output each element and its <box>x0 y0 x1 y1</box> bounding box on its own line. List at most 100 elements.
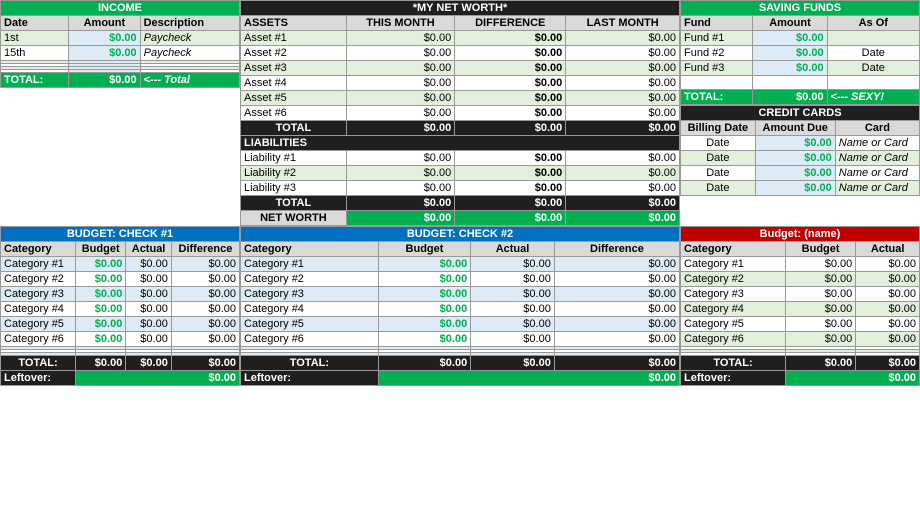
bc2-col-actual: Actual <box>471 242 555 257</box>
bc1-row-budget: $0.00 <box>76 272 126 287</box>
nw-col-last-month: LAST MONTH <box>566 16 680 31</box>
income-total-label: TOTAL: <box>1 73 69 88</box>
income-total-amount: $0.00 <box>69 73 140 88</box>
nw-total-assets-this-month: $0.00 <box>346 121 454 136</box>
bc1-row-diff: $0.00 <box>171 287 239 302</box>
bn-row-cat: Category #3 <box>681 287 786 302</box>
nw-asset-name: Asset #6 <box>241 106 347 121</box>
saving-row-fund: Fund #2 <box>681 46 753 61</box>
nw-asset-this-month: $0.00 <box>346 46 454 61</box>
saving-row-fund: Fund #1 <box>681 31 753 46</box>
bn-row-actual: $0.00 <box>856 317 920 332</box>
bc2-row-actual: $0.00 <box>471 272 555 287</box>
bc2-row-diff: $0.00 <box>554 317 679 332</box>
bc2-row-cat: Category #1 <box>241 257 379 272</box>
nw-liability-this-month: $0.00 <box>346 151 454 166</box>
nw-liability-name: Liability #3 <box>241 181 347 196</box>
bn-row-budget: $0.00 <box>785 317 855 332</box>
bn-row-cat: Category #6 <box>681 332 786 347</box>
bc1-row-budget: $0.00 <box>76 257 126 272</box>
cc-col-amount: Amount Due <box>755 121 835 136</box>
saving-row-amount: $0.00 <box>753 31 827 46</box>
saving-row-asof <box>827 31 919 46</box>
nw-total-assets-label: TOTAL <box>241 121 347 136</box>
income-total-desc: <--- Total <box>140 73 239 88</box>
cc-row-amount: $0.00 <box>755 181 835 196</box>
income-col-amount: Amount <box>69 16 140 31</box>
nw-liability-diff: $0.00 <box>455 181 566 196</box>
saving-section: SAVING FUNDS Fund Amount As Of Fund #1 $… <box>680 0 920 226</box>
bc2-row-budget: $0.00 <box>378 257 470 272</box>
bn-row-cat: Category #4 <box>681 302 786 317</box>
bc2-row-budget: $0.00 <box>378 317 470 332</box>
bc1-total-budget: $0.00 <box>76 356 126 371</box>
bc1-col-budget: Budget <box>76 242 126 257</box>
budget-check2-section: BUDGET: CHECK #2 Category Budget Actual … <box>240 226 680 386</box>
cc-row-date: Date <box>681 136 756 151</box>
bc1-leftover-label: Leftover: <box>1 371 76 386</box>
saving-col-asof: As Of <box>827 16 919 31</box>
bn-row-budget: $0.00 <box>785 272 855 287</box>
bc2-total-budget: $0.00 <box>378 356 470 371</box>
bc2-row-actual: $0.00 <box>471 287 555 302</box>
nw-asset-this-month: $0.00 <box>346 91 454 106</box>
bn-leftover-amount: $0.00 <box>785 371 919 386</box>
bc2-col-budget: Budget <box>378 242 470 257</box>
saving-col-amount: Amount <box>753 16 827 31</box>
income-row-amount: $0.00 <box>69 46 140 61</box>
saving-row-amount: $0.00 <box>753 61 827 76</box>
nw-asset-name: Asset #3 <box>241 61 347 76</box>
bn-row-actual: $0.00 <box>856 272 920 287</box>
nw-asset-diff: $0.00 <box>455 106 566 121</box>
bn-total-actual: $0.00 <box>856 356 920 371</box>
bn-total-label: TOTAL: <box>681 356 786 371</box>
nw-liabilities-label: LIABILITIES <box>241 136 680 151</box>
income-row-desc: Paycheck <box>140 46 239 61</box>
bn-leftover-label: Leftover: <box>681 371 786 386</box>
bc2-row-diff: $0.00 <box>554 272 679 287</box>
bc1-total-diff: $0.00 <box>171 356 239 371</box>
income-row-desc: Paycheck <box>140 31 239 46</box>
nw-asset-diff: $0.00 <box>455 46 566 61</box>
bc1-row-actual: $0.00 <box>126 317 172 332</box>
bc1-row-diff: $0.00 <box>171 257 239 272</box>
bc1-row-actual: $0.00 <box>126 302 172 317</box>
nw-liability-name: Liability #2 <box>241 166 347 181</box>
bc2-col-cat: Category <box>241 242 379 257</box>
bc2-row-diff: $0.00 <box>554 332 679 347</box>
bn-row-budget: $0.00 <box>785 332 855 347</box>
bn-row-budget: $0.00 <box>785 257 855 272</box>
budget-name-title: Budget: (name) <box>681 227 920 242</box>
nw-asset-last-month: $0.00 <box>566 31 680 46</box>
bc1-row-diff: $0.00 <box>171 302 239 317</box>
nw-asset-name: Asset #2 <box>241 46 347 61</box>
nw-liability-last-month: $0.00 <box>566 151 680 166</box>
saving-total-sexy: <--- SEXY! <box>827 90 919 105</box>
bc1-col-diff: Difference <box>171 242 239 257</box>
bc1-row-actual: $0.00 <box>126 272 172 287</box>
bn-col-budget: Budget <box>785 242 855 257</box>
bc1-row-diff: $0.00 <box>171 317 239 332</box>
nw-asset-last-month: $0.00 <box>566 61 680 76</box>
bc1-row-budget: $0.00 <box>76 287 126 302</box>
bc2-total-diff: $0.00 <box>554 356 679 371</box>
net-worth-title: *MY NET WORTH* <box>241 1 680 16</box>
cc-row-card: Name or Card <box>835 166 919 181</box>
nw-asset-last-month: $0.00 <box>566 106 680 121</box>
bc2-row-diff: $0.00 <box>554 287 679 302</box>
saving-col-fund: Fund <box>681 16 753 31</box>
bc2-row-actual: $0.00 <box>471 257 555 272</box>
nw-asset-this-month: $0.00 <box>346 76 454 91</box>
bc2-row-cat: Category #5 <box>241 317 379 332</box>
cc-row-date: Date <box>681 151 756 166</box>
saving-row-asof: Date <box>827 46 919 61</box>
nw-asset-this-month: $0.00 <box>346 106 454 121</box>
nw-asset-this-month: $0.00 <box>346 61 454 76</box>
cc-row-date: Date <box>681 181 756 196</box>
nw-total-assets-diff: $0.00 <box>455 121 566 136</box>
bc1-total-actual: $0.00 <box>126 356 172 371</box>
bc2-col-diff: Difference <box>554 242 679 257</box>
bc2-row-cat: Category #3 <box>241 287 379 302</box>
income-col-date: Date <box>1 16 69 31</box>
cc-row-amount: $0.00 <box>755 166 835 181</box>
